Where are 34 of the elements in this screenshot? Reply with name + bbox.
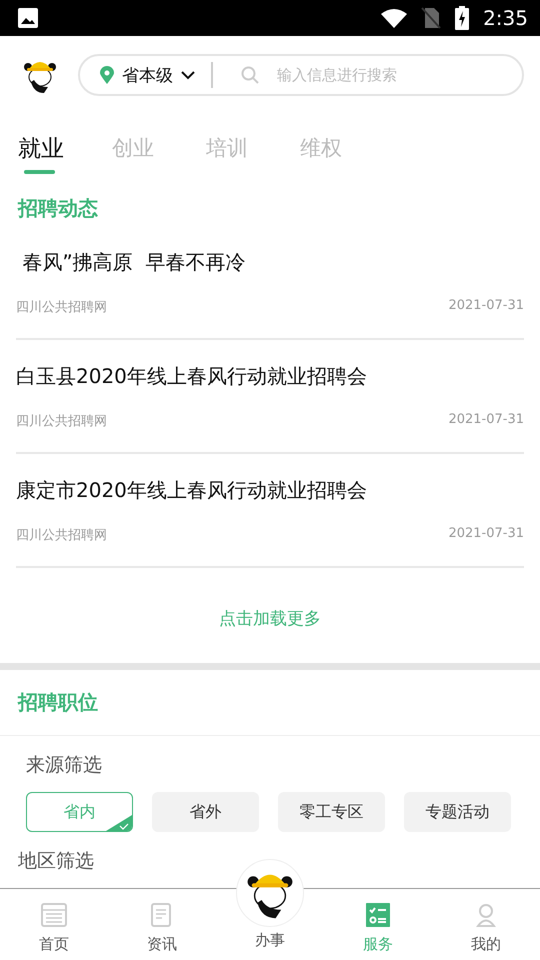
check-corner-icon [106, 815, 132, 831]
news-date: 2021-07-31 [448, 526, 524, 543]
news-date: 2021-07-31 [448, 412, 524, 429]
battery-charging-icon [455, 6, 470, 30]
search-icon [241, 66, 259, 84]
image-icon [18, 8, 38, 28]
location-pin-icon [100, 66, 114, 84]
region-dropdown[interactable]: 省本级 [100, 64, 195, 86]
chevron-down-icon [181, 70, 195, 80]
nav-tab[interactable]: 首页 [0, 889, 108, 960]
no-sim-icon [421, 7, 442, 29]
clock-time: 2:35 [483, 6, 528, 30]
filter-chip[interactable]: 专题活动 [404, 792, 511, 832]
nav-tab[interactable]: 我的 [432, 889, 540, 960]
news-source: 四川公共招聘网 [16, 527, 107, 544]
filter-label: 来源筛选 [25, 753, 103, 778]
document-icon [151, 903, 173, 927]
nav-tab[interactable]: 办事 [255, 931, 285, 950]
section-title: 招聘职位 [0, 670, 540, 736]
news-date: 2021-07-31 [448, 298, 524, 315]
nav-tab[interactable]: 资讯 [108, 889, 216, 960]
person-icon [476, 903, 496, 927]
filter-chip[interactable]: 零工专区 [278, 792, 385, 832]
news-title[interactable]: 春风”拂高原 早春不再冷 [16, 249, 524, 276]
filter-chip[interactable]: 省外 [152, 792, 259, 832]
news-source: 四川公共招聘网 [16, 299, 107, 316]
checklist-icon [366, 903, 390, 927]
wifi-icon [381, 8, 408, 28]
news-title[interactable]: 白玉县2020年线上春风行动就业招聘会 [16, 363, 524, 390]
news-source: 四川公共招聘网 [16, 413, 107, 430]
browser-window-icon [41, 903, 67, 927]
news-title[interactable]: 康定市2020年线上春风行动就业招聘会 [16, 477, 524, 504]
section-title: 招聘动态 [16, 194, 99, 222]
filter-label: 地区筛选 [17, 849, 95, 874]
